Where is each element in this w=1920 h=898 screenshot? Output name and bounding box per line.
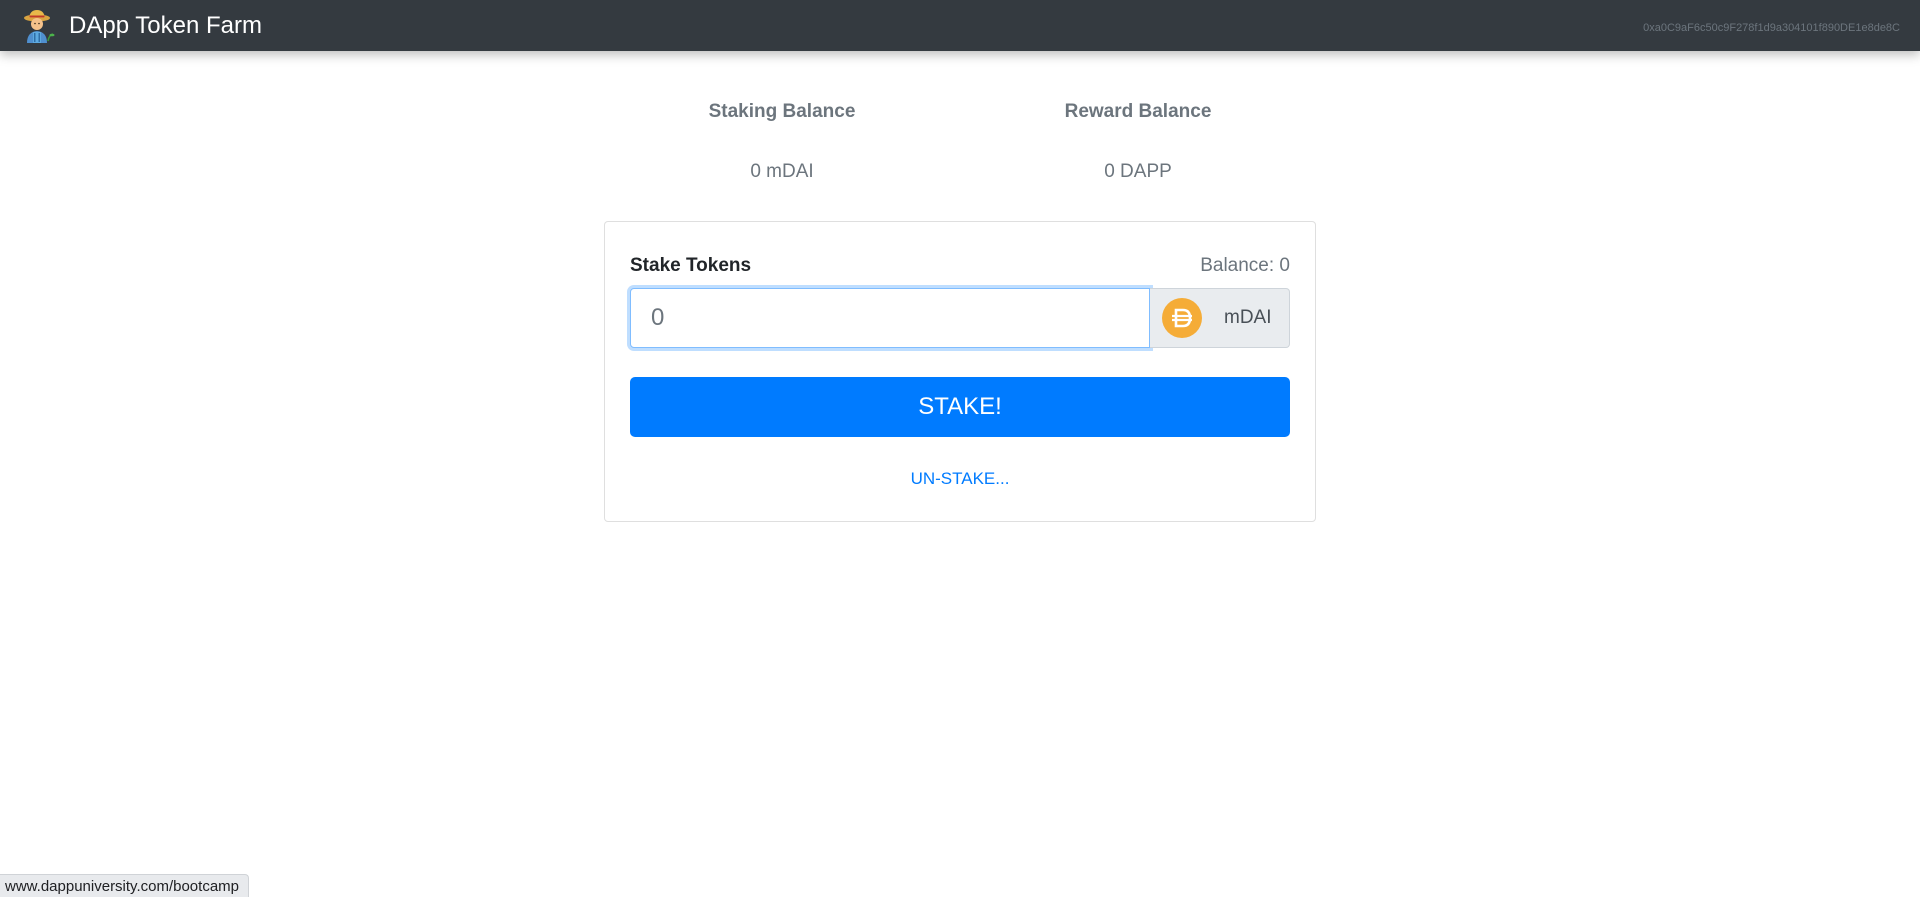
token-name: mDAI <box>1224 307 1272 328</box>
brand-link[interactable]: DApp Token Farm <box>18 7 262 45</box>
staking-balance-value: 0 mDAI <box>750 161 814 182</box>
reward-balance-value: 0 DAPP <box>1104 161 1172 182</box>
stake-label-row: Stake Tokens Balance: 0 <box>630 252 1290 280</box>
status-bar-url: www.dappuniversity.com/bootcamp <box>0 874 249 897</box>
stake-tokens-label: Stake Tokens <box>630 255 752 276</box>
stake-input-group: mDAI <box>630 288 1290 348</box>
brand-title: DApp Token Farm <box>69 11 262 39</box>
farmer-icon <box>18 7 56 45</box>
stake-card: Stake Tokens Balance: 0 mDAI STAKE! UN-S… <box>604 221 1316 522</box>
dai-icon <box>1162 298 1202 338</box>
unstake-button[interactable]: UN-STAKE... <box>630 464 1290 494</box>
staking-balance-column: Staking Balance 0 mDAI <box>604 98 960 186</box>
reward-balance-column: Reward Balance 0 DAPP <box>960 98 1316 186</box>
top-navbar: DApp Token Farm 0xa0C9aF6c50c9F278f1d9a3… <box>0 0 1920 51</box>
stake-button[interactable]: STAKE! <box>630 377 1290 437</box>
stake-amount-input[interactable] <box>630 288 1150 348</box>
wallet-balance-label: Balance: 0 <box>1200 255 1290 276</box>
token-addon: mDAI <box>1150 288 1290 348</box>
account-address: 0xa0C9aF6c50c9F278f1d9a304101f890DE1e8de… <box>1643 22 1900 34</box>
reward-balance-heading: Reward Balance <box>1064 101 1212 122</box>
staking-balance-heading: Staking Balance <box>708 101 856 122</box>
